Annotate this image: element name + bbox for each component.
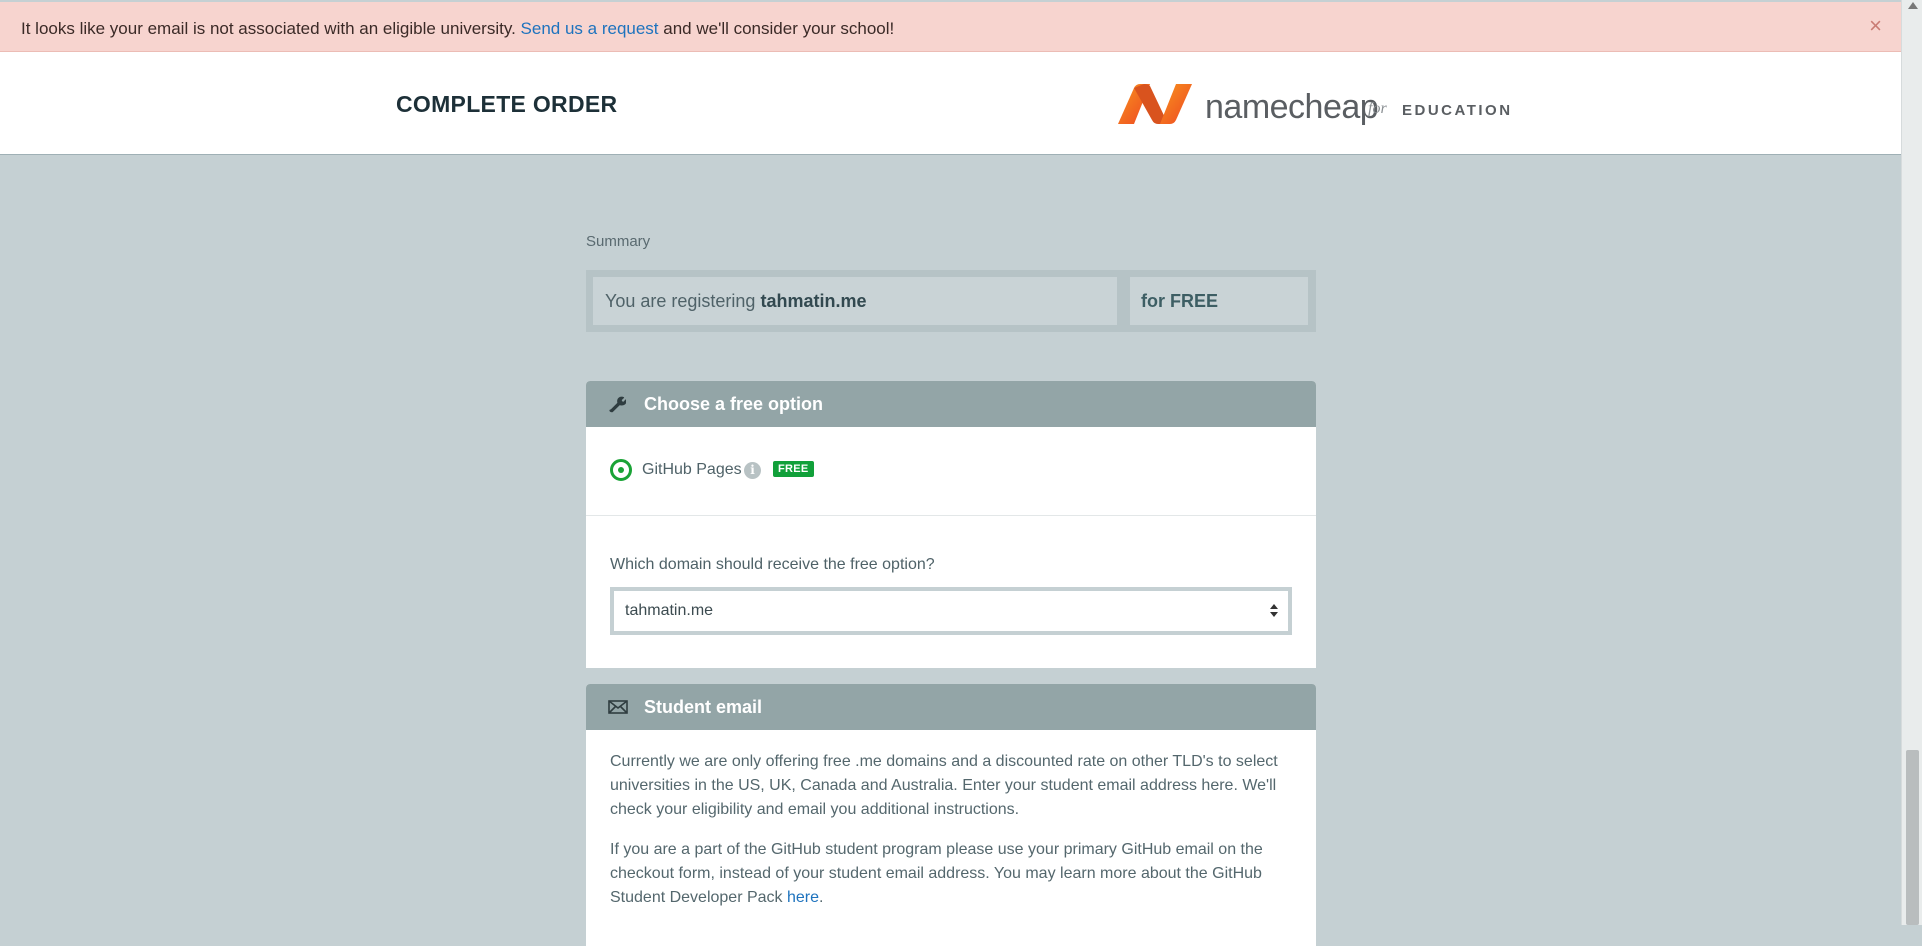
summary-registering-prefix: You are registering: [605, 291, 756, 311]
logo-wordmark: namecheap: [1205, 88, 1379, 126]
student-email-header: Student email: [586, 684, 1316, 730]
namecheap-logo-icon: [1118, 84, 1192, 124]
domain-select-section: Which domain should receive the free opt…: [586, 516, 1316, 668]
logo-education-text: EDUCATION: [1402, 102, 1513, 119]
domain-select[interactable]: tahmatin.me: [610, 587, 1292, 635]
page-header: COMPLETE ORDER namecheap for EDUCATION: [0, 52, 1902, 155]
student-email-paragraph-2: If you are a part of the GitHub student …: [610, 838, 1292, 910]
student-email-body: Currently we are only offering free .me …: [586, 730, 1316, 946]
logo-for-text: for: [1368, 100, 1387, 117]
student-email-paragraph-1: Currently we are only offering free .me …: [610, 753, 1278, 818]
free-option-title: Choose a free option: [644, 394, 824, 414]
github-pages-radio[interactable]: [610, 459, 632, 481]
paragraph-2-text: If you are a part of the GitHub student …: [610, 841, 1263, 906]
developer-pack-link[interactable]: here: [787, 889, 819, 906]
free-option-panel: Choose a free option GitHub Pages i FREE…: [586, 381, 1316, 668]
github-pages-option[interactable]: GitHub Pages i FREE: [586, 427, 1316, 516]
scroll-up-arrow-icon[interactable]: [1908, 2, 1918, 9]
free-badge: FREE: [773, 461, 814, 477]
page-title: COMPLETE ORDER: [396, 91, 618, 117]
summary-price: for FREE: [1130, 277, 1308, 325]
alert-banner: It looks like your email is not associat…: [0, 2, 1902, 52]
wrench-icon: [609, 396, 626, 413]
close-icon[interactable]: ×: [1869, 14, 1882, 38]
domain-select-value[interactable]: tahmatin.me: [625, 602, 713, 620]
alert-text-before: It looks like your email is not associat…: [21, 19, 516, 38]
alert-text-after: and we'll consider your school!: [663, 19, 895, 38]
vertical-scrollbar[interactable]: [1901, 0, 1922, 925]
student-email-panel: Student email Currently we are only offe…: [586, 684, 1316, 946]
envelope-icon: [608, 700, 628, 714]
student-email-title: Student email: [644, 697, 763, 717]
scrollbar-thumb[interactable]: [1906, 750, 1919, 925]
summary-registering: You are registering tahmatin.me: [593, 277, 1117, 325]
summary-domain: tahmatin.me: [760, 291, 867, 311]
info-icon[interactable]: i: [744, 462, 761, 479]
domain-select-label: Which domain should receive the free opt…: [610, 556, 935, 573]
summary-heading: Summary: [586, 233, 651, 250]
summary-box: You are registering tahmatin.me for FREE: [586, 270, 1316, 332]
send-request-link[interactable]: Send us a request: [521, 19, 659, 38]
paragraph-2-end: .: [819, 889, 824, 906]
github-pages-label[interactable]: GitHub Pages: [642, 461, 742, 479]
select-arrows-icon[interactable]: [1270, 603, 1278, 619]
free-option-header: Choose a free option: [586, 381, 1316, 427]
alert-message: It looks like your email is not associat…: [21, 19, 894, 39]
